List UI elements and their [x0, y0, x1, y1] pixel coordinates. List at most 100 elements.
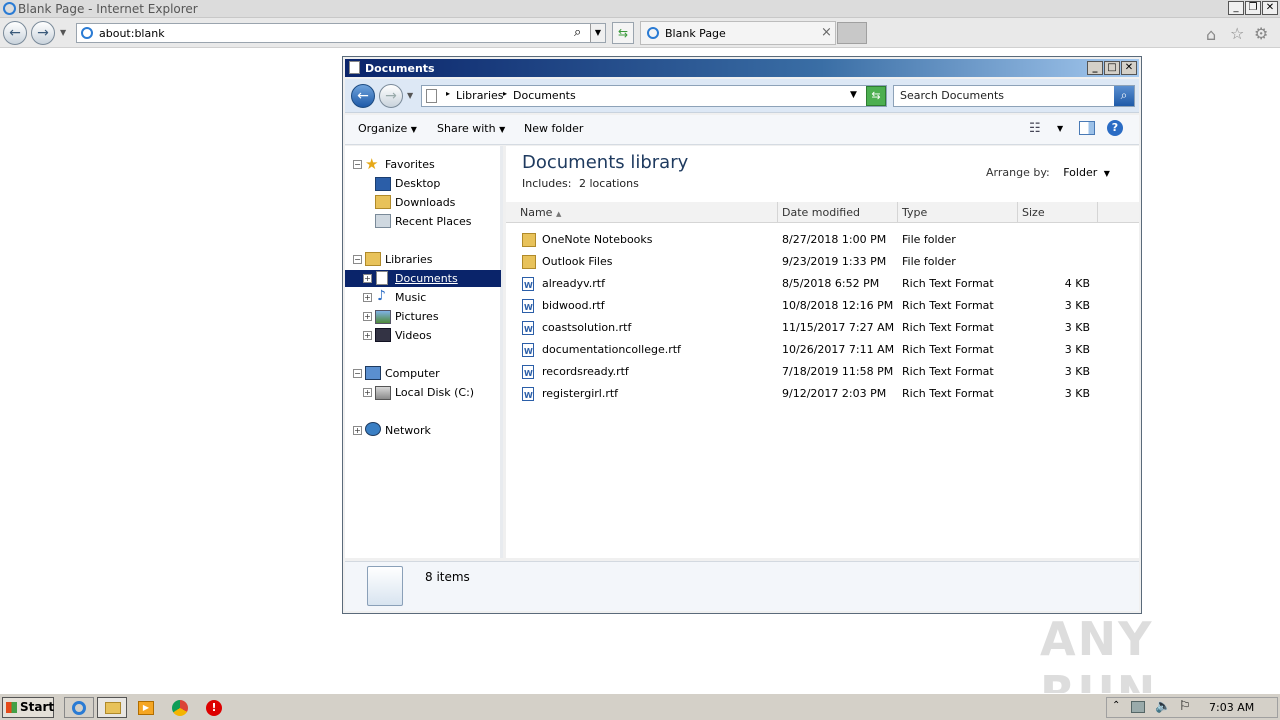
network-icon — [365, 422, 381, 436]
ie-logo-icon — [3, 2, 16, 15]
search-icon[interactable]: ⌕ — [574, 25, 581, 40]
system-tray: ⌃ 🔈 ⚐ 7:03 AM — [1106, 697, 1278, 718]
ie-history-dropdown-icon[interactable]: ▼ — [60, 28, 66, 37]
file-date-modified: 8/5/2018 6:52 PM — [782, 277, 880, 290]
file-row[interactable]: Outlook Files 9/23/2019 1:33 PM File folde… — [506, 251, 1139, 273]
ie-refresh-button[interactable]: ⇆ — [612, 22, 634, 44]
collapse-icon[interactable]: − — [353, 160, 362, 169]
explorer-maximize-button[interactable]: □ — [1104, 61, 1120, 75]
file-size: 3 KB — [1064, 387, 1090, 400]
taskbar-internet-explorer[interactable] — [64, 697, 94, 718]
breadcrumb[interactable]: ▸ Libraries ▸ Documents ▼ ⇆ — [421, 85, 887, 107]
nav-local-disk-label: Local Disk (C:) — [395, 386, 475, 399]
tab-close-icon[interactable]: × — [821, 25, 832, 40]
ie-restore-button[interactable]: ❐ — [1245, 1, 1261, 15]
file-date-modified: 9/23/2019 1:33 PM — [782, 255, 887, 268]
ie-close-button[interactable]: ✕ — [1262, 1, 1278, 15]
show-hidden-icons-icon[interactable]: ⌃ — [1112, 700, 1120, 711]
refresh-icon[interactable]: ⇆ — [866, 86, 886, 106]
search-documents-field[interactable]: Search Documents ⌕ — [893, 85, 1135, 107]
windows-logo-icon — [6, 702, 17, 713]
preview-pane-icon[interactable] — [1079, 121, 1095, 135]
column-type[interactable]: Type — [898, 202, 1018, 223]
network-tray-icon[interactable] — [1131, 701, 1145, 713]
favorites-star-icon[interactable]: ☆ — [1230, 24, 1244, 43]
includes-locations-link[interactable]: 2 locations — [579, 177, 639, 190]
clock[interactable]: 7:03 AM — [1209, 701, 1254, 714]
file-date-modified: 11/15/2017 7:27 AM — [782, 321, 895, 334]
address-dropdown-icon[interactable]: ▼ — [590, 24, 605, 42]
file-row[interactable]: Walreadyv.rtf 8/5/2018 6:52 PM Rich Text F… — [506, 273, 1139, 295]
file-size: 3 KB — [1064, 299, 1090, 312]
search-icon[interactable]: ⌕ — [1114, 86, 1134, 106]
breadcrumb-documents[interactable]: Documents — [513, 89, 576, 102]
nav-documents-label: Documents — [395, 272, 458, 285]
column-header: Name ▲ Date modified Type Size — [506, 202, 1139, 223]
nav-documents[interactable]: + Documents — [345, 270, 501, 287]
library-title: Documents library — [522, 152, 689, 173]
arrange-by-dropdown[interactable]: Folder ▼ — [1063, 166, 1110, 179]
collapse-icon[interactable]: − — [353, 369, 362, 378]
explorer-back-button[interactable]: ← — [351, 84, 375, 108]
ie-new-tab-button[interactable] — [837, 22, 867, 44]
chrome-icon[interactable] — [172, 700, 188, 716]
file-name: Outlook Files — [542, 255, 613, 268]
column-name[interactable]: Name ▲ — [506, 202, 778, 223]
volume-icon[interactable]: 🔈 — [1155, 699, 1171, 714]
help-icon[interactable]: ? — [1107, 120, 1123, 136]
collapse-icon[interactable]: − — [353, 255, 362, 264]
start-button[interactable]: Start — [2, 697, 54, 718]
breadcrumb-libraries[interactable]: Libraries — [456, 89, 504, 102]
explorer-close-button[interactable]: ✕ — [1121, 61, 1137, 75]
file-row[interactable]: Wcoastsolution.rtf 11/15/2017 7:27 AM Rich… — [506, 317, 1139, 339]
organize-button[interactable]: Organize ▼ — [358, 122, 417, 135]
folder-icon — [105, 702, 121, 714]
expand-icon[interactable]: + — [363, 274, 372, 283]
home-icon[interactable]: ⌂ — [1206, 25, 1216, 44]
includes-label: Includes: — [522, 177, 572, 190]
expand-icon[interactable]: + — [353, 426, 362, 435]
media-player-icon[interactable]: ▶ — [138, 701, 154, 715]
file-row[interactable]: Wrecordsready.rtf 7/18/2019 11:58 PM Rich … — [506, 361, 1139, 383]
ie-forward-button[interactable]: → — [31, 21, 55, 45]
explorer-minimize-button[interactable]: _ — [1087, 61, 1103, 75]
share-with-button[interactable]: Share with ▼ — [437, 122, 505, 135]
column-date-modified[interactable]: Date modified — [778, 202, 898, 223]
expand-icon[interactable]: + — [363, 331, 372, 340]
recent-pages-dropdown-icon[interactable]: ▼ — [407, 91, 413, 100]
ie-address-bar[interactable]: about:blank ⌕ ▼ — [76, 23, 606, 43]
explorer-forward-button[interactable]: → — [379, 84, 403, 108]
action-center-flag-icon[interactable]: ⚐ — [1179, 699, 1191, 714]
ie-tab-blank-page[interactable]: Blank Page × — [640, 21, 836, 45]
file-date-modified: 10/8/2018 12:16 PM — [782, 299, 894, 312]
breadcrumb-dropdown-icon[interactable]: ▼ — [850, 90, 857, 100]
command-bar: Organize ▼ Share with ▼ New folder ☷ ▼ ? — [345, 115, 1139, 145]
taskbar-windows-explorer[interactable] — [97, 697, 127, 718]
breadcrumb-separator-icon[interactable]: ▸ — [446, 89, 450, 98]
nav-recent-places-label: Recent Places — [395, 215, 472, 228]
new-folder-button[interactable]: New folder — [524, 122, 583, 135]
ie-back-button[interactable]: ← — [3, 21, 27, 45]
ie-address-text[interactable]: about:blank — [99, 27, 165, 40]
file-row[interactable]: Wregistergirl.rtf 9/12/2017 2:03 PM Rich T… — [506, 383, 1139, 405]
folder-icon — [522, 255, 536, 269]
ie-minimize-button[interactable]: _ — [1228, 1, 1244, 15]
libraries-icon — [365, 252, 381, 266]
sort-ascending-icon: ▲ — [555, 210, 562, 218]
breadcrumb-separator-icon[interactable]: ▸ — [503, 89, 507, 98]
file-row[interactable]: OneNote Notebooks 8/27/2018 1:00 PM File f… — [506, 229, 1139, 251]
tools-gear-icon[interactable]: ⚙ — [1254, 24, 1268, 43]
view-dropdown-icon[interactable]: ▼ — [1057, 124, 1063, 133]
view-options-icon[interactable]: ☷ — [1029, 121, 1041, 136]
column-size[interactable]: Size — [1018, 202, 1098, 223]
file-row[interactable]: Wbidwood.rtf 10/8/2018 12:16 PM Rich Text … — [506, 295, 1139, 317]
library-includes: Includes: 2 locations — [522, 177, 639, 190]
opera-icon[interactable]: ! — [206, 700, 222, 716]
expand-icon[interactable]: + — [363, 293, 372, 302]
file-name: documentationcollege.rtf — [542, 343, 681, 356]
search-placeholder[interactable]: Search Documents — [900, 89, 1004, 102]
file-row[interactable]: Wdocumentationcollege.rtf 10/26/2017 7:11… — [506, 339, 1139, 361]
expand-icon[interactable]: + — [363, 388, 372, 397]
expand-icon[interactable]: + — [363, 312, 372, 321]
forward-arrow-icon: → — [385, 88, 397, 104]
